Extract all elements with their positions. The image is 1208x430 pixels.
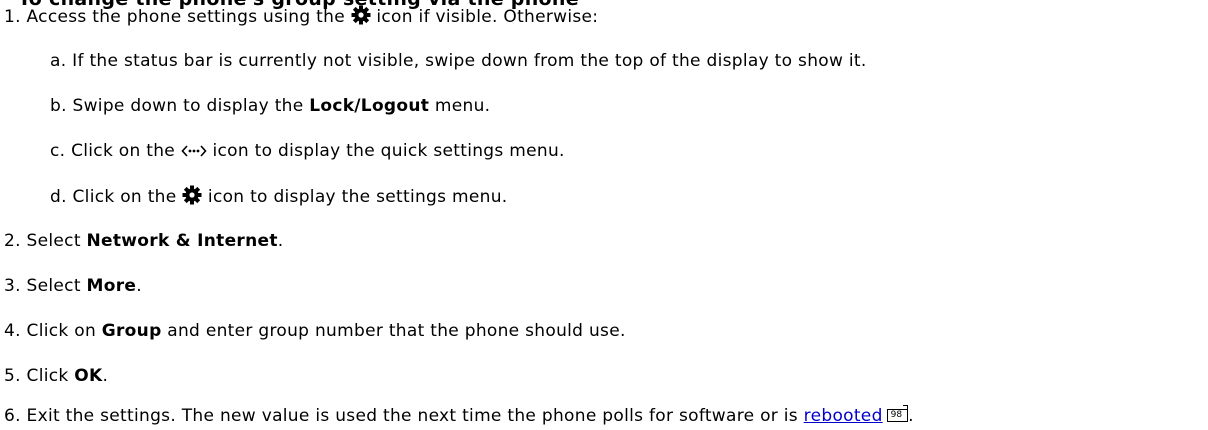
step-5: 5. Click OK. (4, 366, 109, 386)
substep-a: a. If the status bar is currently not vi… (50, 51, 867, 71)
gear-icon (351, 5, 371, 31)
rebooted-link[interactable]: rebooted (804, 406, 883, 426)
step-2: 2. Select Network & Internet. (4, 231, 284, 251)
quick-settings-icon (181, 143, 207, 165)
step-1: 1. Access the phone settings using the i… (4, 5, 598, 31)
page-reference[interactable]: 98 (886, 405, 909, 422)
step-3: 3. Select More. (4, 276, 142, 296)
substep-c: c. Click on the icon to display the quic… (50, 140, 565, 165)
substep-d: d. Click on the icon to display the sett… (50, 185, 507, 211)
step-6: 6. Exit the settings. The new value is u… (4, 405, 914, 426)
substep-b: b. Swipe down to display the Lock/Logout… (50, 96, 491, 116)
step-4: 4. Click on Group and enter group number… (4, 321, 626, 341)
gear-icon (182, 185, 202, 211)
